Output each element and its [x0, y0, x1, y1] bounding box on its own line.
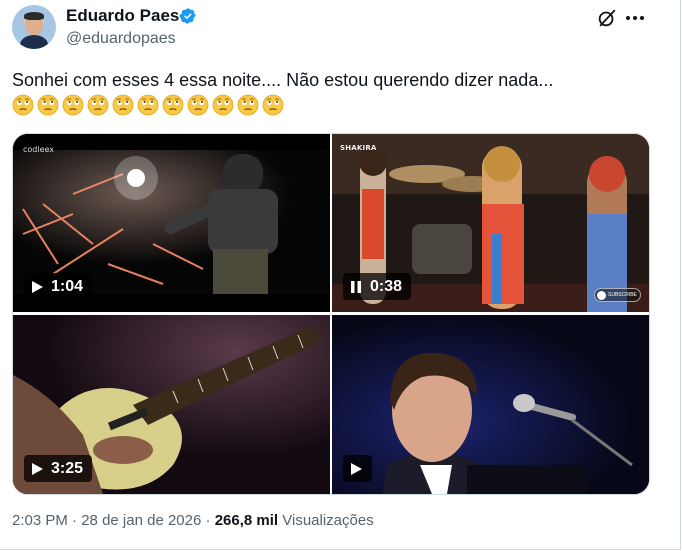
face-with-rolling-eyes-icon: [262, 94, 284, 116]
meta-separator: ·: [72, 512, 78, 529]
post-text: Sonhei com esses 4 essa noite.... Não es…: [12, 70, 554, 90]
video-duration-badge[interactable]: 0:38: [343, 273, 412, 300]
video-duration: 0:38: [370, 277, 403, 295]
video-tile-4[interactable]: [332, 315, 649, 494]
meta-separator: ·: [205, 512, 211, 529]
subscribe-label: SUBSCRIBE: [608, 292, 637, 298]
author-handle[interactable]: @eduardopaes: [66, 30, 176, 48]
play-icon[interactable]: [349, 462, 363, 476]
face-with-rolling-eyes-icon: [62, 94, 84, 116]
video-tile-3[interactable]: 3:25: [13, 315, 330, 494]
video-thumbnail-4: [332, 315, 649, 494]
more-icon[interactable]: [623, 8, 647, 28]
author-name[interactable]: Eduardo Paes: [66, 6, 179, 26]
play-icon[interactable]: [30, 462, 44, 476]
post-time[interactable]: 2:03 PM: [12, 512, 68, 529]
video-tile-2[interactable]: SHAKIRA SUBSCRIBE 0:38: [332, 134, 649, 312]
media-grid: codleex 1:04 SHAKIRA SUBSCRIBE 0:38 3:25: [12, 133, 650, 495]
verified-badge-icon[interactable]: [179, 7, 197, 25]
subscribe-overlay: SUBSCRIBE: [594, 288, 641, 302]
post-card: Eduardo Paes @eduardopaes Sonhei com ess…: [0, 0, 681, 550]
video-duration: 1:04: [51, 277, 84, 295]
channel-logo: SHAKIRA: [340, 144, 377, 152]
face-with-rolling-eyes-icon: [12, 94, 34, 116]
face-with-rolling-eyes-icon: [137, 94, 159, 116]
avatar[interactable]: [12, 5, 56, 49]
video-duration: 3:25: [51, 459, 84, 477]
face-with-rolling-eyes-icon: [162, 94, 184, 116]
pause-icon[interactable]: [349, 280, 363, 294]
face-with-rolling-eyes-icon: [112, 94, 134, 116]
face-with-rolling-eyes-icon: [187, 94, 209, 116]
post-date[interactable]: 28 de jan de 2026: [81, 512, 201, 529]
emoji-row: [12, 94, 287, 118]
face-with-rolling-eyes-icon: [87, 94, 109, 116]
face-with-rolling-eyes-icon: [212, 94, 234, 116]
face-with-rolling-eyes-icon: [237, 94, 259, 116]
video-duration-badge[interactable]: 1:04: [24, 273, 93, 300]
grok-icon[interactable]: [596, 7, 618, 29]
video-duration-badge[interactable]: [343, 455, 372, 482]
post-metadata: 2:03 PM · 28 de jan de 2026 · 266,8 mil …: [12, 512, 374, 529]
video-tile-1[interactable]: codleex 1:04: [13, 134, 330, 312]
views-count: 266,8 mil: [214, 512, 279, 529]
face-with-rolling-eyes-icon: [37, 94, 59, 116]
video-watermark: codleex: [23, 145, 55, 154]
play-icon[interactable]: [30, 280, 44, 294]
video-duration-badge[interactable]: 3:25: [24, 455, 93, 482]
views-label: Visualizações: [282, 512, 374, 529]
